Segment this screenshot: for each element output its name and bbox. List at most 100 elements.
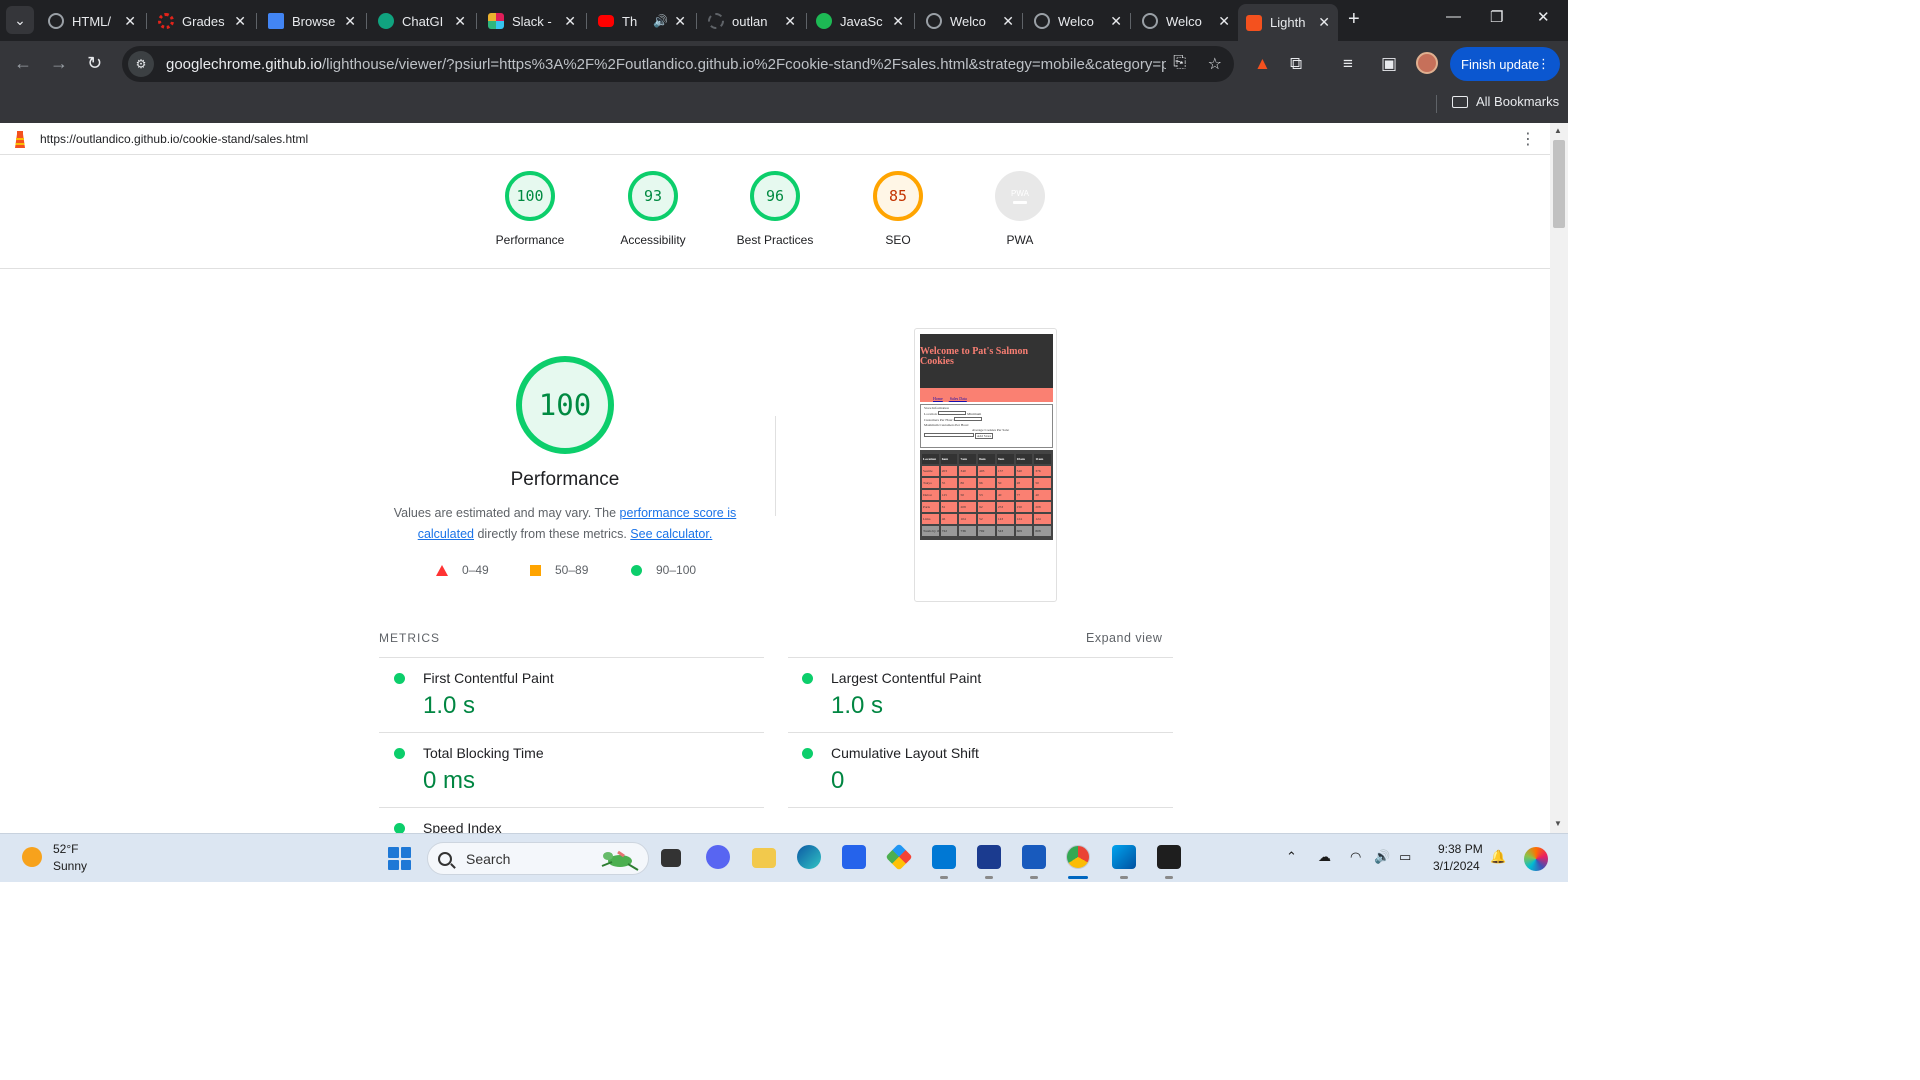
onedrive-icon[interactable]: ☁ xyxy=(1318,849,1331,865)
reload-button[interactable]: ↻ xyxy=(87,53,102,74)
site-info-icon[interactable]: ⚙ xyxy=(128,51,154,77)
close-icon[interactable]: ✕ xyxy=(674,13,686,30)
task-view-icon[interactable] xyxy=(661,849,681,867)
tab[interactable]: HTML/ ✕ xyxy=(40,6,144,36)
restore-button[interactable]: ❐ xyxy=(1490,8,1503,26)
search-label: Search xyxy=(466,850,511,867)
minimize-button[interactable]: — xyxy=(1446,8,1461,25)
close-window-button[interactable]: ✕ xyxy=(1537,8,1550,26)
git-kraken-icon[interactable] xyxy=(885,843,913,871)
photos-icon[interactable] xyxy=(1112,845,1136,869)
tab[interactable]: JavaSc ✕ xyxy=(808,6,912,36)
thumb-table-cell: 92 xyxy=(977,501,996,513)
report-url[interactable]: https://outlandico.github.io/cookie-stan… xyxy=(40,132,308,146)
lighthouse-extension-icon[interactable]: ▲ xyxy=(1254,54,1271,74)
taskbar-search[interactable]: Search xyxy=(427,842,649,875)
speaker-icon[interactable]: 🔊 xyxy=(653,14,668,28)
close-icon[interactable]: ✕ xyxy=(234,13,246,30)
thumb-table-cell: 376 xyxy=(1033,465,1053,477)
close-icon[interactable]: ✕ xyxy=(124,13,136,30)
tab-title: Grades xyxy=(182,13,225,29)
more-vert-icon[interactable]: ⋮ xyxy=(1520,129,1536,149)
tablet-app-icon[interactable] xyxy=(977,845,1001,869)
weather-condition[interactable]: Sunny xyxy=(53,859,87,873)
media-icon[interactable]: ≡ xyxy=(1343,54,1353,74)
all-bookmarks-button[interactable]: All Bookmarks xyxy=(1452,94,1559,109)
store-icon[interactable] xyxy=(842,845,866,869)
tab-title: Lighth xyxy=(1270,15,1306,30)
notification-bell-icon[interactable]: 🔔 xyxy=(1490,849,1506,865)
gauge-pwa[interactable]: PWA PWA xyxy=(960,171,1080,247)
scrollbar-thumb[interactable] xyxy=(1553,140,1565,228)
sun-icon[interactable] xyxy=(22,847,42,867)
weather-temperature[interactable]: 52°F xyxy=(53,842,78,856)
close-icon[interactable]: ✕ xyxy=(1110,13,1122,30)
thumb-table-cell: 340 xyxy=(958,465,978,477)
tab[interactable]: ChatGI ✕ xyxy=(370,6,474,36)
battery-icon[interactable]: ▭ xyxy=(1399,849,1411,865)
extensions-icon[interactable]: ⧉ xyxy=(1290,54,1302,74)
finish-update-button[interactable]: Finish update ⋮ xyxy=(1450,47,1560,81)
see-calculator-link[interactable]: See calculator. xyxy=(630,527,712,541)
gauge-best-practices[interactable]: 96 Best Practices xyxy=(715,171,835,247)
close-icon[interactable]: ✕ xyxy=(454,13,466,30)
wifi-icon[interactable]: ◠ xyxy=(1350,849,1361,865)
volume-icon[interactable]: 🔊 xyxy=(1374,849,1390,865)
vscode-icon[interactable] xyxy=(932,845,956,869)
tab[interactable]: Welco ✕ xyxy=(1134,6,1238,36)
edge-icon[interactable] xyxy=(797,845,821,869)
address-bar[interactable]: ⚙ googlechrome.github.io/lighthouse/view… xyxy=(122,46,1234,82)
legend-fail: 0–49 xyxy=(436,563,489,577)
arrow-right-icon: → xyxy=(50,53,68,73)
url-text[interactable]: googlechrome.github.io/lighthouse/viewer… xyxy=(166,56,1166,73)
thumb-table-cell: 11am xyxy=(1033,453,1053,465)
tab[interactable]: Th 🔊 ✕ xyxy=(590,6,694,36)
back-button[interactable]: ← xyxy=(14,53,32,74)
tab-title: Slack - xyxy=(512,13,552,29)
tab[interactable]: Browse ✕ xyxy=(260,6,364,36)
screenshot-content: Welcome to Pat's Salmon Cookies Home Sal… xyxy=(920,334,1053,542)
forward-button[interactable]: → xyxy=(50,53,68,74)
vertical-scrollbar[interactable]: ▲ ▼ xyxy=(1550,123,1568,833)
new-tab-button[interactable]: + xyxy=(1348,8,1360,31)
close-icon[interactable]: ✕ xyxy=(1002,13,1014,30)
thumb-heading: Welcome to Pat's Salmon Cookies xyxy=(920,334,1053,388)
copilot-icon[interactable] xyxy=(1524,847,1548,871)
start-button[interactable] xyxy=(388,847,411,870)
tab[interactable]: Slack - ✕ xyxy=(480,6,584,36)
chat-icon[interactable] xyxy=(706,845,730,869)
avatar[interactable] xyxy=(1416,52,1438,74)
gauge-seo[interactable]: 85 SEO xyxy=(838,171,958,247)
close-icon[interactable]: ✕ xyxy=(784,13,796,30)
thumb-form-line: Minimum xyxy=(967,412,982,416)
tab[interactable]: outlan ✕ xyxy=(700,6,804,36)
tab-search-button[interactable]: ⌄ xyxy=(6,6,34,34)
terminal-icon[interactable] xyxy=(1157,845,1181,869)
square-icon xyxy=(530,564,541,576)
scroll-up-icon[interactable]: ▲ xyxy=(1554,126,1562,135)
expand-view-toggle[interactable]: Expand view xyxy=(1086,631,1162,645)
close-icon[interactable]: ✕ xyxy=(1318,14,1330,31)
tab-active[interactable]: Lighth ✕ xyxy=(1238,4,1338,41)
close-icon[interactable]: ✕ xyxy=(1218,13,1230,30)
chrome-icon[interactable] xyxy=(1066,845,1090,869)
gauge-accessibility[interactable]: 93 Accessibility xyxy=(593,171,713,247)
side-panel-icon[interactable]: ▣ xyxy=(1381,54,1397,74)
install-icon[interactable]: ⎘ xyxy=(1173,54,1186,72)
gauge-performance[interactable]: 100 Performance xyxy=(470,171,590,247)
word-icon[interactable] xyxy=(1022,845,1046,869)
close-icon[interactable]: ✕ xyxy=(564,13,576,30)
tab[interactable]: Welco ✕ xyxy=(1026,6,1130,36)
file-explorer-icon[interactable] xyxy=(752,848,776,868)
tab[interactable]: Grades ✕ xyxy=(150,6,254,36)
close-icon[interactable]: ✕ xyxy=(344,13,356,30)
tab[interactable]: Welco ✕ xyxy=(918,6,1022,36)
chevron-up-icon[interactable]: ⌃ xyxy=(1286,849,1297,865)
thumb-table-cell: 55 xyxy=(939,477,959,489)
close-icon[interactable]: ✕ xyxy=(892,13,904,30)
clock-date[interactable]: 3/1/2024 xyxy=(1433,859,1480,873)
star-icon[interactable]: ☆ xyxy=(1208,54,1222,74)
scroll-down-icon[interactable]: ▼ xyxy=(1554,819,1562,828)
clock-time[interactable]: 9:38 PM xyxy=(1438,842,1483,856)
final-screenshot[interactable]: Welcome to Pat's Salmon Cookies Home Sal… xyxy=(914,328,1057,602)
